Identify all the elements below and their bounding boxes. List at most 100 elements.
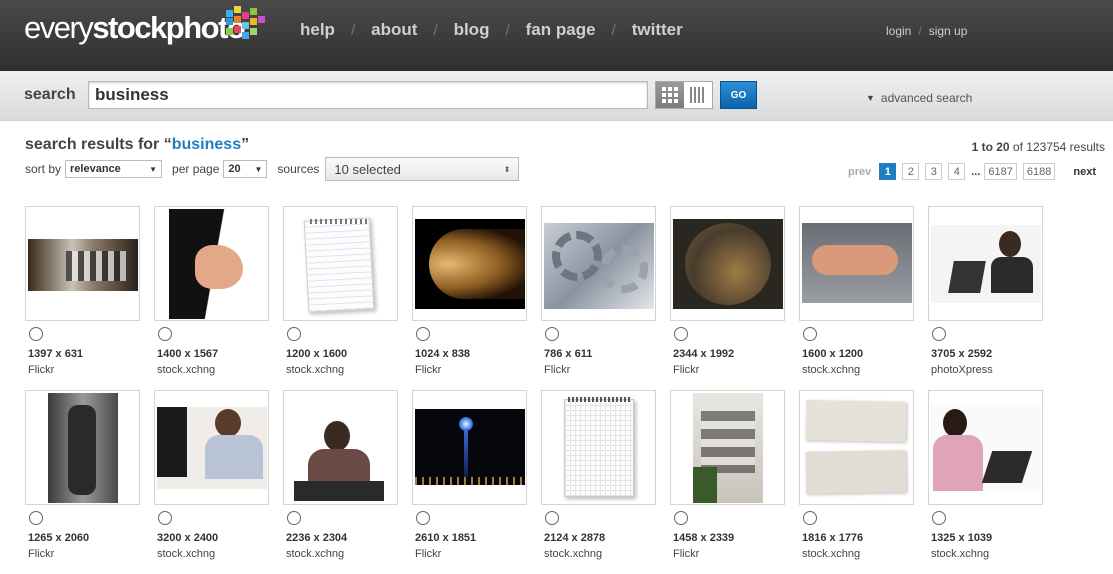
image-source[interactable]: stock.xchng — [544, 548, 602, 560]
search-input[interactable] — [88, 81, 648, 109]
nav-help[interactable]: help — [300, 20, 335, 40]
clock-icon — [803, 327, 817, 341]
page-4[interactable]: 4 — [948, 163, 966, 180]
image-source[interactable]: Flickr — [28, 548, 54, 560]
image-dimensions: 3705 x 2592 — [931, 348, 993, 360]
image-source[interactable]: Flickr — [544, 364, 570, 376]
result-item: 1397 x 631 Flickr — [25, 206, 140, 376]
image-source[interactable]: stock.xchng — [802, 548, 860, 560]
result-item: 2610 x 1851 Flickr — [412, 390, 527, 560]
nav-about[interactable]: about — [371, 20, 417, 40]
site-logo[interactable]: everystockphoto — [24, 6, 265, 48]
user-links: login / sign up — [886, 24, 968, 38]
next-page-link[interactable]: next — [1073, 166, 1096, 178]
image-source[interactable]: stock.xchng — [931, 548, 989, 560]
image-source[interactable]: Flickr — [415, 364, 441, 376]
image-source[interactable]: photoXpress — [931, 364, 993, 376]
image-source[interactable]: stock.xchng — [802, 364, 860, 376]
grid-view-button[interactable] — [656, 82, 684, 108]
perpage-value: 20 — [228, 163, 241, 175]
result-thumbnail-grid-notepad[interactable] — [541, 390, 656, 505]
quote-open: “ — [163, 136, 172, 153]
result-item: 3200 x 2400 stock.xchng — [154, 390, 269, 560]
pager-ellipsis: ... — [971, 165, 981, 178]
image-dimensions: 3200 x 2400 — [157, 532, 219, 544]
list-view-button[interactable] — [684, 82, 712, 108]
search-bar: search GO ▼ advanced search — [0, 71, 1113, 121]
image-source[interactable]: stock.xchng — [157, 364, 215, 376]
result-thumbnail-architecture[interactable] — [412, 206, 527, 321]
person-icon — [674, 511, 688, 525]
go-button[interactable]: GO — [720, 81, 757, 109]
sort-select[interactable]: relevance ▼ — [65, 160, 163, 178]
sources-value: 10 selected — [334, 161, 401, 177]
signup-link[interactable]: sign up — [929, 24, 968, 38]
page-2[interactable]: 2 — [902, 163, 920, 180]
result-thumbnail-notepad[interactable] — [283, 206, 398, 321]
nav-twitter[interactable]: twitter — [632, 20, 683, 40]
columns-icon — [690, 87, 704, 103]
perpage-label: per page — [172, 162, 220, 176]
result-thumbnail-handshake[interactable] — [799, 206, 914, 321]
image-source[interactable]: Flickr — [28, 364, 54, 376]
result-item: 1600 x 1200 stock.xchng — [799, 206, 914, 376]
down-arrow-icon: ▼ — [866, 93, 875, 103]
page-6188[interactable]: 6188 — [1022, 163, 1056, 180]
nav-blog[interactable]: blog — [454, 20, 490, 40]
results-title: search results for “business” — [25, 136, 249, 154]
page-1[interactable]: 1 — [879, 163, 897, 180]
image-dimensions: 2610 x 1851 — [415, 532, 477, 544]
sources-select[interactable]: 10 selected ⬍ — [325, 157, 520, 181]
main-nav: help / about / blog / fan page / twitter — [300, 20, 683, 40]
page-6187[interactable]: 6187 — [984, 163, 1017, 180]
result-thumbnail-laptop-woman-pink[interactable] — [928, 390, 1043, 505]
result-thumbnail-plaque[interactable] — [670, 206, 785, 321]
person-icon — [416, 327, 430, 341]
caret-down-icon: ▼ — [254, 164, 263, 174]
advanced-search-label: advanced search — [880, 91, 973, 105]
image-source[interactable]: stock.xchng — [286, 364, 344, 376]
result-item: 1024 x 838 Flickr — [412, 206, 527, 376]
clock-icon — [287, 511, 301, 525]
result-thumbnail-chess[interactable] — [25, 206, 140, 321]
perpage-select[interactable]: 20 ▼ — [223, 160, 268, 178]
clock-icon — [158, 511, 172, 525]
clock-icon — [287, 327, 301, 341]
prev-page-link[interactable]: prev — [848, 166, 871, 178]
result-item: 2236 x 2304 stock.xchng — [283, 390, 398, 560]
person-icon — [29, 327, 43, 341]
results-count: 1 to 20 of 123754 results — [972, 140, 1105, 154]
sort-value: relevance — [70, 163, 121, 175]
result-thumbnail-laptop-woman[interactable] — [928, 206, 1043, 321]
result-item: 3705 x 2592 photoXpress — [928, 206, 1043, 376]
sort-label: sort by — [25, 162, 62, 176]
image-dimensions: 2344 x 1992 — [673, 348, 735, 360]
result-item: 2344 x 1992 Flickr — [670, 206, 785, 376]
sort-controls: sort by relevance ▼ per page 20 ▼ sources … — [25, 157, 520, 181]
result-thumbnail-building[interactable] — [670, 390, 785, 505]
advanced-search-link[interactable]: ▼ advanced search — [866, 91, 972, 105]
clock-icon — [803, 511, 817, 525]
login-link[interactable]: login — [886, 24, 911, 38]
result-thumbnail-typing-woman[interactable] — [154, 390, 269, 505]
result-thumbnail-tape[interactable] — [799, 390, 914, 505]
image-source[interactable]: Flickr — [415, 548, 441, 560]
image-source[interactable]: Flickr — [673, 548, 699, 560]
image-source[interactable]: stock.xchng — [286, 548, 344, 560]
page-3[interactable]: 3 — [925, 163, 943, 180]
result-thumbnail-gears[interactable] — [541, 206, 656, 321]
top-bar: everystockphoto help / about / blog / fa… — [0, 0, 1113, 71]
logo-text-light: every — [24, 10, 94, 45]
logo-mosaic-icon — [222, 6, 270, 42]
image-source[interactable]: Flickr — [673, 364, 699, 376]
person-icon — [545, 327, 559, 341]
image-source[interactable]: stock.xchng — [157, 548, 215, 560]
result-thumbnail-statue[interactable] — [25, 390, 140, 505]
result-item: 1816 x 1776 stock.xchng — [799, 390, 914, 560]
result-thumbnail-handshake-offer[interactable] — [154, 206, 269, 321]
result-thumbnail-light-beam[interactable] — [412, 390, 527, 505]
result-item: 2124 x 2878 stock.xchng — [541, 390, 656, 560]
result-thumbnail-phone-woman[interactable] — [283, 390, 398, 505]
pagination: prev 1 2 3 4 ... 6187 6188 next — [848, 163, 1096, 180]
nav-fan-page[interactable]: fan page — [526, 20, 596, 40]
